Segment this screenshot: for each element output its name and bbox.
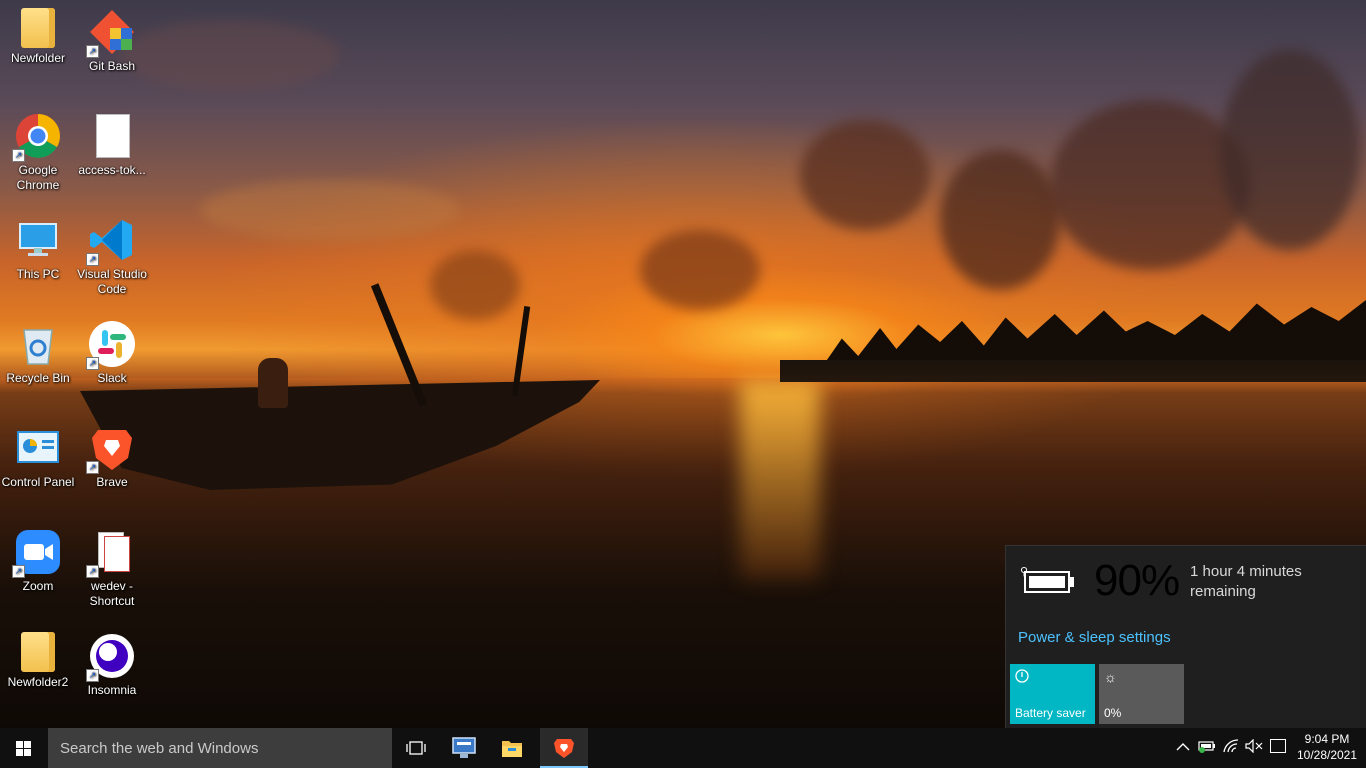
folder-icon xyxy=(21,632,55,672)
desktop-icon-label: This PC xyxy=(16,267,60,281)
desktop-icon-label: access-tok... xyxy=(78,163,146,177)
vscode-icon: ↗ xyxy=(86,216,136,266)
brightness-tile[interactable]: ☼ 0% xyxy=(1099,664,1184,724)
power-sleep-settings-link[interactable]: Power & sleep settings xyxy=(1018,629,1171,646)
chrome-icon: ↗ xyxy=(12,112,62,162)
slack-icon: ↗ xyxy=(86,320,136,370)
computer-icon xyxy=(14,216,62,264)
desktop-icon-vscode[interactable]: ↗ Visual Studio Code xyxy=(74,208,150,297)
battery-saver-label: Battery saver xyxy=(1015,706,1086,720)
brave-icon: ↗ xyxy=(86,424,136,474)
desktop-icon-slack[interactable]: ↗ Slack xyxy=(74,312,150,386)
desktop-icon-label: Recycle Bin xyxy=(6,371,70,385)
taskbar: 9:04 PM 10/28/2021 xyxy=(0,728,1366,768)
desktop-icon-label: Slack xyxy=(97,371,127,385)
taskbar-clock[interactable]: 9:04 PM 10/28/2021 xyxy=(1296,731,1358,763)
desktop-icon-newfolder[interactable]: Newfolder xyxy=(0,0,76,66)
desktop-icon-zoom[interactable]: ↗ Zoom xyxy=(0,520,76,594)
battery-saver-tile[interactable]: Battery saver xyxy=(1010,664,1095,724)
desktop-icon-label: Brave xyxy=(96,475,128,489)
clock-time: 9:04 PM xyxy=(1304,732,1350,746)
start-button[interactable] xyxy=(0,728,48,768)
battery-large-icon xyxy=(1024,571,1070,593)
battery-percentage: 90% xyxy=(1094,556,1180,605)
desktop-icon-this-pc[interactable]: This PC xyxy=(0,208,76,282)
zoom-icon: ↗ xyxy=(12,528,62,578)
desktop-icon-git-bash[interactable]: ↗ Git Bash xyxy=(74,0,150,74)
remote-desktop-button[interactable] xyxy=(440,728,488,768)
desktop-icon-newfolder2[interactable]: Newfolder2 xyxy=(0,624,76,690)
chevron-up-icon[interactable] xyxy=(1174,739,1192,757)
brave-taskbar-button[interactable] xyxy=(540,728,588,768)
git-bash-icon: ↗ xyxy=(86,8,136,58)
desktop-icon-control-panel[interactable]: Control Panel xyxy=(0,416,76,490)
volume-muted-icon[interactable] xyxy=(1245,738,1263,757)
battery-icon[interactable] xyxy=(1198,739,1216,757)
brave-icon xyxy=(554,739,574,758)
notification-icon[interactable] xyxy=(1270,739,1286,753)
windows-logo-icon xyxy=(16,741,32,756)
desktop-icon-brave[interactable]: ↗ Brave xyxy=(74,416,150,490)
desktop-icon-label: Control Panel xyxy=(1,475,75,489)
desktop-icon-recycle-bin[interactable]: Recycle Bin xyxy=(0,312,76,386)
recycle-bin-icon xyxy=(14,320,62,368)
desktop-icon-insomnia[interactable]: ↗ Insomnia xyxy=(74,624,150,698)
search-box[interactable] xyxy=(48,728,392,768)
brightness-icon: ☼ xyxy=(1104,669,1117,685)
folder-shortcut-icon: ↗ xyxy=(86,528,136,578)
desktop-icon-google-chrome[interactable]: ↗ Google Chrome xyxy=(0,104,76,193)
battery-saver-icon xyxy=(1015,669,1029,686)
clock-date: 10/28/2021 xyxy=(1296,748,1358,762)
task-view-icon xyxy=(406,741,426,755)
desktop-icon-wedev-shortcut[interactable]: ↗ wedev - Shortcut xyxy=(74,520,150,609)
wifi-icon[interactable] xyxy=(1222,739,1240,757)
desktop-icon-label: Insomnia xyxy=(87,683,137,697)
desktop-icon-label: Newfolder2 xyxy=(7,675,69,689)
insomnia-icon: ↗ xyxy=(86,632,136,682)
task-view-button[interactable] xyxy=(392,728,440,768)
person-silhouette xyxy=(258,358,288,408)
control-panel-icon xyxy=(14,424,62,472)
desktop-icon-label: Visual Studio Code xyxy=(77,267,147,296)
desktop-icon-label: Google Chrome xyxy=(16,163,60,192)
desktop-icon-label: Git Bash xyxy=(88,59,136,73)
battery-time-remaining: 1 hour 4 minutes remaining xyxy=(1190,563,1302,600)
text-file-icon xyxy=(88,112,136,160)
desktop-icon-label: Newfolder xyxy=(10,51,66,65)
remote-desktop-icon xyxy=(452,737,476,758)
file-explorer-button[interactable] xyxy=(488,728,536,768)
desktop-icon-label: wedev - Shortcut xyxy=(89,579,135,608)
file-explorer-icon xyxy=(502,741,522,757)
brightness-label: 0% xyxy=(1104,706,1122,720)
desktop-icon-label: Zoom xyxy=(22,579,54,593)
search-input[interactable] xyxy=(48,728,392,768)
desktop-icon-access-token[interactable]: access-tok... xyxy=(74,104,150,178)
folder-icon xyxy=(21,8,55,48)
